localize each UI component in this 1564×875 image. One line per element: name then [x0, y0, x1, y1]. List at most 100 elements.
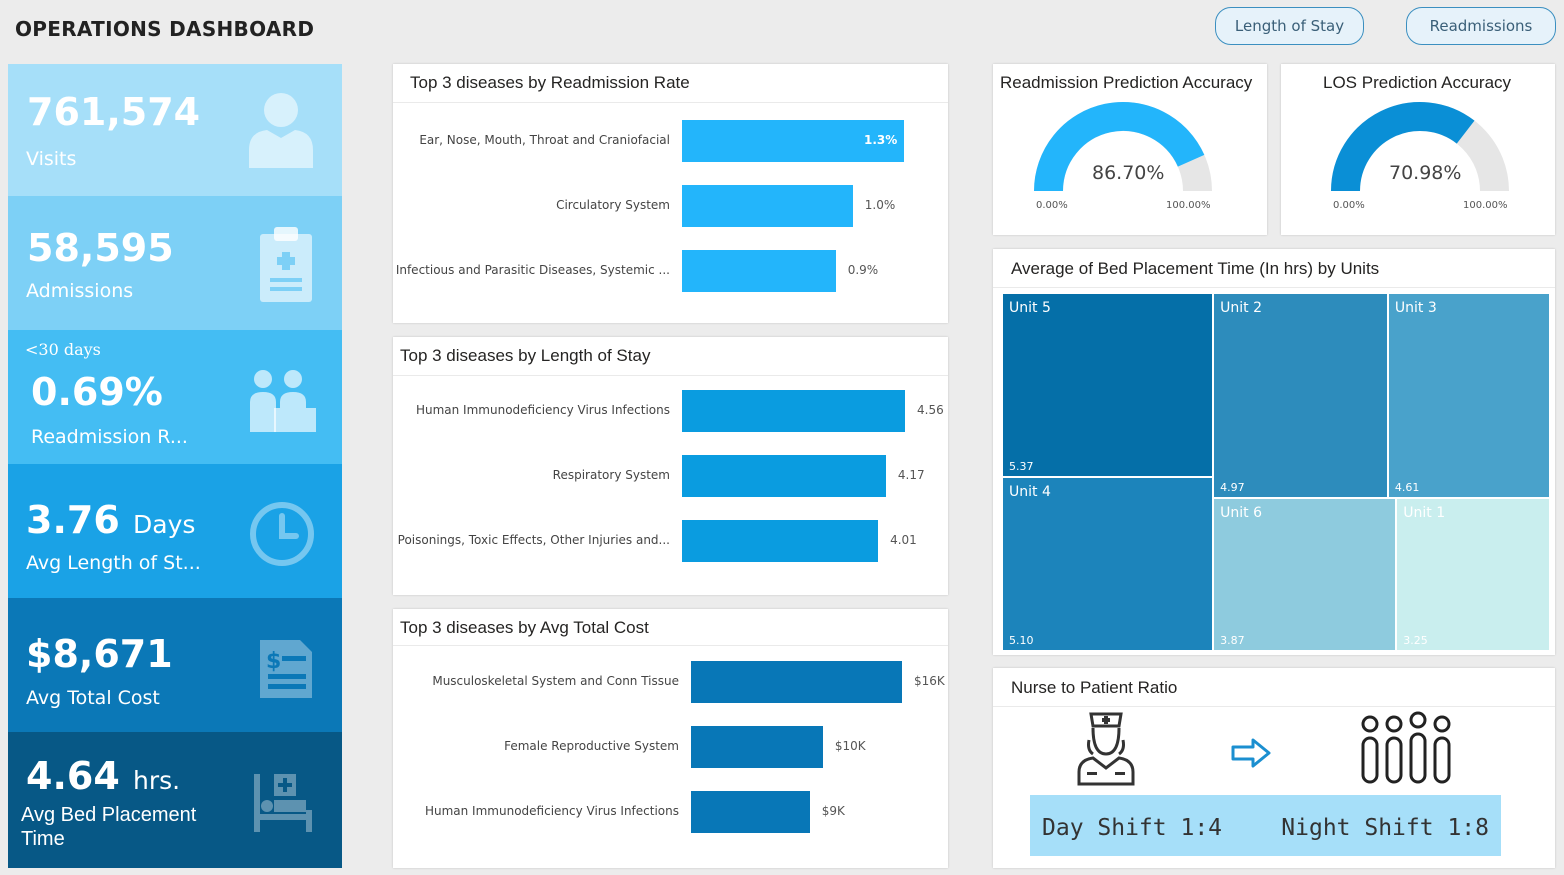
person-icon [249, 93, 313, 168]
bed-placement-treemap: Unit 5 5.37 Unit 4 5.10 Unit 2 4.97 Unit 3 4.61… [1002, 293, 1550, 651]
nurse-icon [1077, 712, 1135, 786]
bar[interactable] [682, 250, 836, 292]
gauge-svg [1034, 102, 1212, 192]
kpi-readmission-label: Readmission R... [31, 426, 188, 448]
treemap-cell-name: Unit 1 [1403, 505, 1446, 522]
gauge-value: 86.70% [1092, 162, 1165, 184]
patients-group-icon [1361, 711, 1451, 784]
bar-value-label: $10K [834, 739, 866, 753]
readmission-rate-title: Top 3 diseases by Readmission Rate [410, 73, 690, 92]
kpi-visits-card[interactable]: 761,574 Visits [8, 64, 342, 196]
treemap-cell-name: Unit 2 [1220, 300, 1263, 316]
length-of-stay-title: Top 3 diseases by Length of Stay [400, 346, 651, 365]
treemap-cell[interactable]: Unit 3 4.61 [1387, 293, 1550, 499]
kpi-los-value-row: 3.76 Days [26, 498, 195, 542]
gauge-min-label: 0.00% [1036, 200, 1068, 211]
treemap-cell[interactable]: Unit 1 3.25 [1396, 498, 1550, 651]
bar-value-label: 4.56 [917, 403, 944, 417]
kpi-readmission-value: 0.69% [31, 370, 163, 414]
bar[interactable] [682, 520, 879, 562]
treemap-cell-name: Unit 4 [1009, 483, 1051, 500]
bar-category-label: Circulatory System [556, 198, 670, 212]
bar-value-label: $16K [914, 674, 945, 688]
treemap-cell-value: 5.10 [1009, 633, 1034, 647]
kpi-visits-value: 761,574 [27, 90, 201, 134]
bar[interactable] [691, 726, 823, 768]
kpi-bed-label: Avg Bed Placement Time [21, 803, 196, 851]
bar[interactable] [691, 791, 810, 833]
kpi-bed-value-row: 4.64 hrs. [26, 754, 180, 798]
treemap-cell[interactable]: Unit 2 4.97 [1213, 293, 1388, 499]
bar-value-label: 1.0% [864, 198, 896, 212]
bar[interactable] [691, 661, 902, 703]
bar-category-label: Ear, Nose, Mouth, Throat and Craniofacia… [419, 133, 670, 147]
bar[interactable] [682, 455, 886, 497]
treemap-cell[interactable]: Unit 4 5.10 [1002, 476, 1214, 651]
kpi-total-cost-card[interactable]: $8,671 Avg Total Cost $ [8, 598, 342, 732]
svg-text:$: $ [266, 649, 281, 674]
nurse-ratio-panel: Nurse to Patient Ratio Day Shift 1:4 Nig… [993, 668, 1555, 868]
bed-placement-title: Average of Bed Placement Time (In hrs) b… [1011, 259, 1380, 278]
bill-icon: $ [260, 640, 312, 698]
bar-category-label: Poisonings, Toxic Effects, Other Injurie… [397, 533, 670, 547]
treemap-cell-value: 4.97 [1220, 481, 1245, 495]
treemap-cell-name: Unit 6 [1220, 505, 1263, 522]
readmission-rate-panel: Top 3 diseases by Readmission Rate Ear, … [393, 64, 948, 323]
kpi-admissions-value: 58,595 [27, 226, 174, 270]
bar-category-label: Female Reproductive System [504, 739, 679, 753]
gauge-value: 70.98% [1389, 162, 1462, 184]
length-of-stay-button[interactable]: Length of Stay [1215, 7, 1364, 45]
kpi-length-of-stay-card[interactable]: 3.76 Days Avg Length of St... [8, 464, 342, 598]
hospital-bed-icon [254, 774, 312, 832]
bar-category-label: Human Immunodeficiency Virus Infections [415, 403, 670, 417]
bed-placement-panel: Average of Bed Placement Time (In hrs) b… [993, 249, 1555, 655]
treemap-cell[interactable]: Unit 6 3.87 [1213, 498, 1397, 651]
kpi-visits-label: Visits [26, 148, 77, 170]
bar-value-label: 0.9% [847, 263, 879, 277]
treemap-cell-name: Unit 5 [1009, 300, 1051, 316]
treemap-cell-name: Unit 3 [1394, 300, 1437, 316]
kpi-readmission-card[interactable]: <30 days 0.69% Readmission R... [8, 330, 342, 464]
kpi-cost-label: Avg Total Cost [26, 687, 160, 709]
gauge-max-label: 100.00% [1166, 200, 1211, 211]
kpi-bed-placement-card[interactable]: 4.64 hrs. Avg Bed Placement Time [8, 732, 342, 868]
treemap-cell-value: 5.37 [1009, 459, 1034, 473]
kpi-bed-label-line2: Time [21, 828, 65, 850]
kpi-column: 761,574 Visits 58,595 Admissions <30 day… [8, 64, 342, 868]
kpi-bed-value: 4.64 [26, 754, 120, 798]
bar-category-label: Human Immunodeficiency Virus Infections [424, 804, 679, 818]
readmission-accuracy-panel: Readmission Prediction Accuracy 86.70% 0.… [993, 64, 1267, 235]
nurse-ratio-title: Nurse to Patient Ratio [1011, 678, 1178, 697]
bar-category-label: Infectious and Parasitic Diseases, Syste… [395, 263, 670, 277]
gauge-max-label: 100.00% [1463, 200, 1508, 211]
kpi-cost-value: $8,671 [26, 632, 173, 676]
doctor-patient-icon [250, 370, 316, 432]
bar[interactable] [682, 185, 853, 227]
treemap-cell[interactable]: Unit 5 5.37 [1002, 293, 1214, 477]
gauge-svg [1331, 102, 1509, 192]
gauge-min-label: 0.00% [1333, 200, 1365, 211]
kpi-los-value: 3.76 [26, 498, 120, 542]
shift-ratio-banner: Day Shift 1:4 Night Shift 1:8 [1030, 795, 1501, 856]
kpi-readmission-prefix: <30 days [25, 340, 101, 359]
bar[interactable] [682, 390, 905, 432]
kpi-bed-label-line1: Avg Bed Placement [21, 804, 197, 826]
kpi-los-unit: Days [133, 510, 196, 539]
length-of-stay-panel: Top 3 diseases by Length of Stay Human I… [393, 337, 948, 595]
day-shift-ratio: Day Shift 1:4 [1042, 815, 1223, 841]
clock-icon [250, 502, 314, 566]
los-accuracy-panel: LOS Prediction Accuracy 70.98% 0.00% 100.0… [1281, 64, 1555, 235]
avg-total-cost-panel: Top 3 diseases by Avg Total Cost Musculo… [393, 609, 948, 868]
kpi-admissions-label: Admissions [26, 280, 134, 302]
bar-value-label: 4.01 [890, 533, 917, 547]
night-shift-ratio: Night Shift 1:8 [1281, 815, 1489, 841]
avg-total-cost-title: Top 3 diseases by Avg Total Cost [400, 618, 649, 637]
arrow-right-icon [1231, 738, 1271, 768]
clipboard-icon [260, 227, 312, 302]
bar-value-label: 1.3% [864, 133, 898, 147]
treemap-cell-value: 3.25 [1403, 633, 1428, 647]
bar-value-label: 4.17 [897, 468, 925, 482]
treemap-cell-value: 4.61 [1394, 481, 1420, 495]
readmissions-button[interactable]: Readmissions [1406, 7, 1556, 45]
kpi-admissions-card[interactable]: 58,595 Admissions [8, 196, 342, 330]
